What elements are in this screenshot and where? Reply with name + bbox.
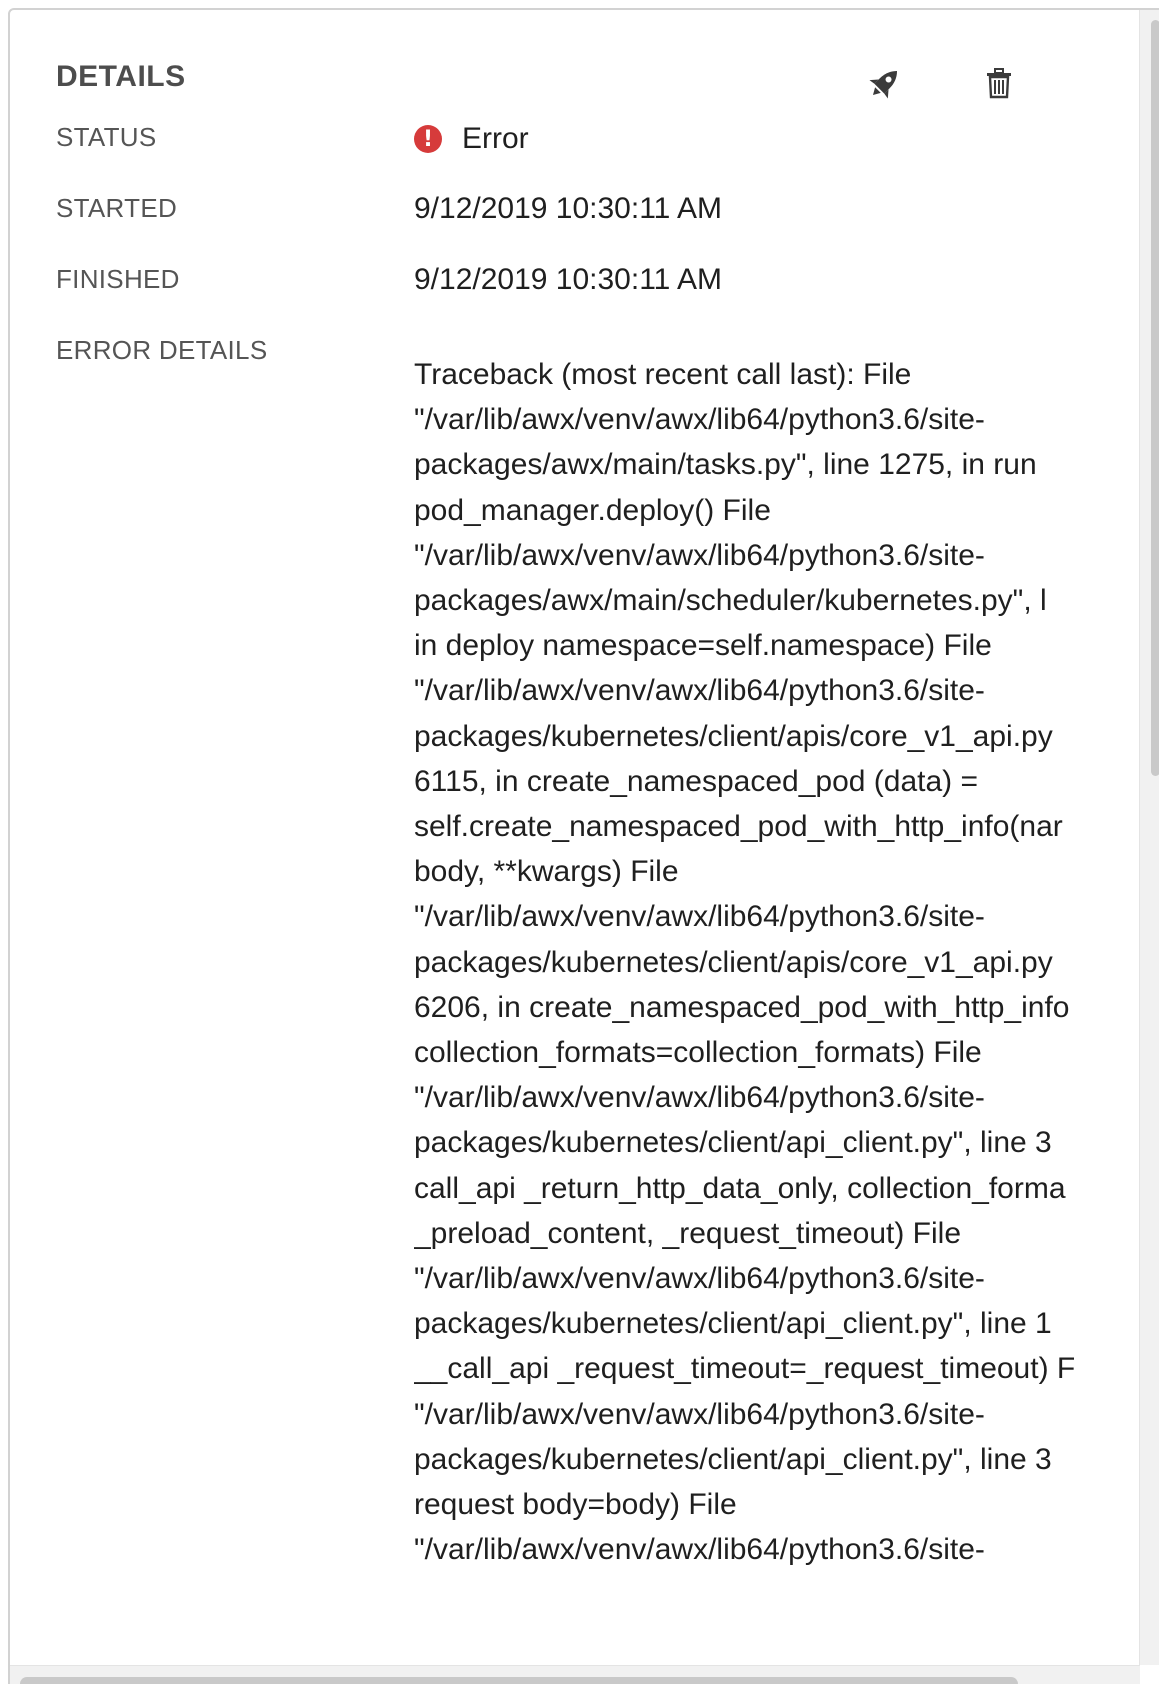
traceback-line: "/var/lib/awx/venv/awx/lib64/python3.6/s… (414, 538, 985, 572)
trash-icon (984, 66, 1014, 105)
job-details-frame: DETAILS STATUS ! Error STARTED 9/12/2019… (0, 0, 1159, 1684)
traceback-line: _preload_content, _request_timeout) File (414, 1216, 962, 1250)
traceback-line: "/var/lib/awx/venv/awx/lib64/python3.6/s… (414, 403, 985, 437)
traceback-line: packages/kubernetes/client/api_client.py… (414, 1442, 1052, 1476)
vertical-scrollbar[interactable] (1139, 10, 1159, 1665)
rocket-icon (865, 63, 905, 108)
exclamation-circle-icon: ! (414, 125, 442, 153)
traceback-line: __call_api _request_timeout=_request_tim… (414, 1352, 1076, 1386)
status-value-group: ! Error (414, 122, 529, 156)
traceback-line: "/var/lib/awx/venv/awx/lib64/python3.6/s… (414, 1262, 985, 1296)
traceback-line: Traceback (most recent call last): File (414, 358, 912, 391)
traceback-line: packages/awx/main/scheduler/kubernetes.p… (414, 584, 1047, 618)
traceback-line: body, **kwargs) File (414, 855, 679, 889)
details-scroll-area: DETAILS STATUS ! Error STARTED 9/12/2019… (10, 10, 1140, 1665)
traceback-line: self.create_namespaced_pod_with_http_inf… (414, 810, 1063, 844)
started-value: 9/12/2019 10:30:11 AM (414, 192, 723, 225)
details-title: DETAILS (56, 60, 186, 93)
traceback-line: request body=body) File (414, 1488, 737, 1522)
traceback-line: collection_formats=collection_formats) F… (414, 1036, 982, 1070)
traceback-line: packages/kubernetes/client/api_client.py… (414, 1126, 1052, 1160)
status-label: STATUS (56, 122, 157, 152)
relaunch-button[interactable] (862, 62, 908, 108)
traceback-line: packages/kubernetes/client/apis/core_v1_… (414, 945, 1053, 979)
finished-label: FINISHED (56, 264, 180, 294)
traceback-line: pod_manager.deploy() File (414, 493, 771, 527)
status-value: Error (462, 122, 529, 155)
traceback-line: "/var/lib/awx/venv/awx/lib64/python3.6/s… (414, 900, 985, 934)
traceback-line: "/var/lib/awx/venv/awx/lib64/python3.6/s… (414, 1081, 985, 1115)
traceback-line: 6115, in create_namespaced_pod (data) = (414, 764, 979, 798)
traceback-line: in deploy namespace=self.namespace) File (414, 629, 992, 663)
traceback-line: "/var/lib/awx/venv/awx/lib64/python3.6/s… (414, 674, 985, 708)
vertical-scroll-thumb[interactable] (1151, 20, 1159, 776)
horizontal-scroll-thumb[interactable] (20, 1677, 1018, 1684)
error-details-label: ERROR DETAILS (56, 335, 268, 365)
traceback-line: packages/kubernetes/client/api_client.py… (414, 1307, 1052, 1341)
started-label: STARTED (56, 193, 178, 223)
horizontal-scrollbar[interactable] (10, 1665, 1140, 1684)
finished-value: 9/12/2019 10:30:11 AM (414, 263, 723, 296)
traceback-line: call_api _return_http_data_only, collect… (414, 1171, 1066, 1205)
details-panel: DETAILS STATUS ! Error STARTED 9/12/2019… (8, 8, 1159, 1684)
traceback-line: packages/awx/main/tasks.py", line 1275, … (414, 448, 1037, 482)
error-details-traceback: Traceback (most recent call last): File "… (414, 352, 1140, 1572)
traceback-line: "/var/lib/awx/venv/awx/lib64/python3.6/s… (414, 1397, 985, 1431)
traceback-line: 6206, in create_namespaced_pod_with_http… (414, 990, 1070, 1024)
traceback-line: "/var/lib/awx/venv/awx/lib64/python3.6/s… (414, 1533, 985, 1567)
details-actions (869, 62, 1022, 108)
delete-button[interactable] (976, 62, 1022, 108)
traceback-line: packages/kubernetes/client/apis/core_v1_… (414, 719, 1053, 753)
